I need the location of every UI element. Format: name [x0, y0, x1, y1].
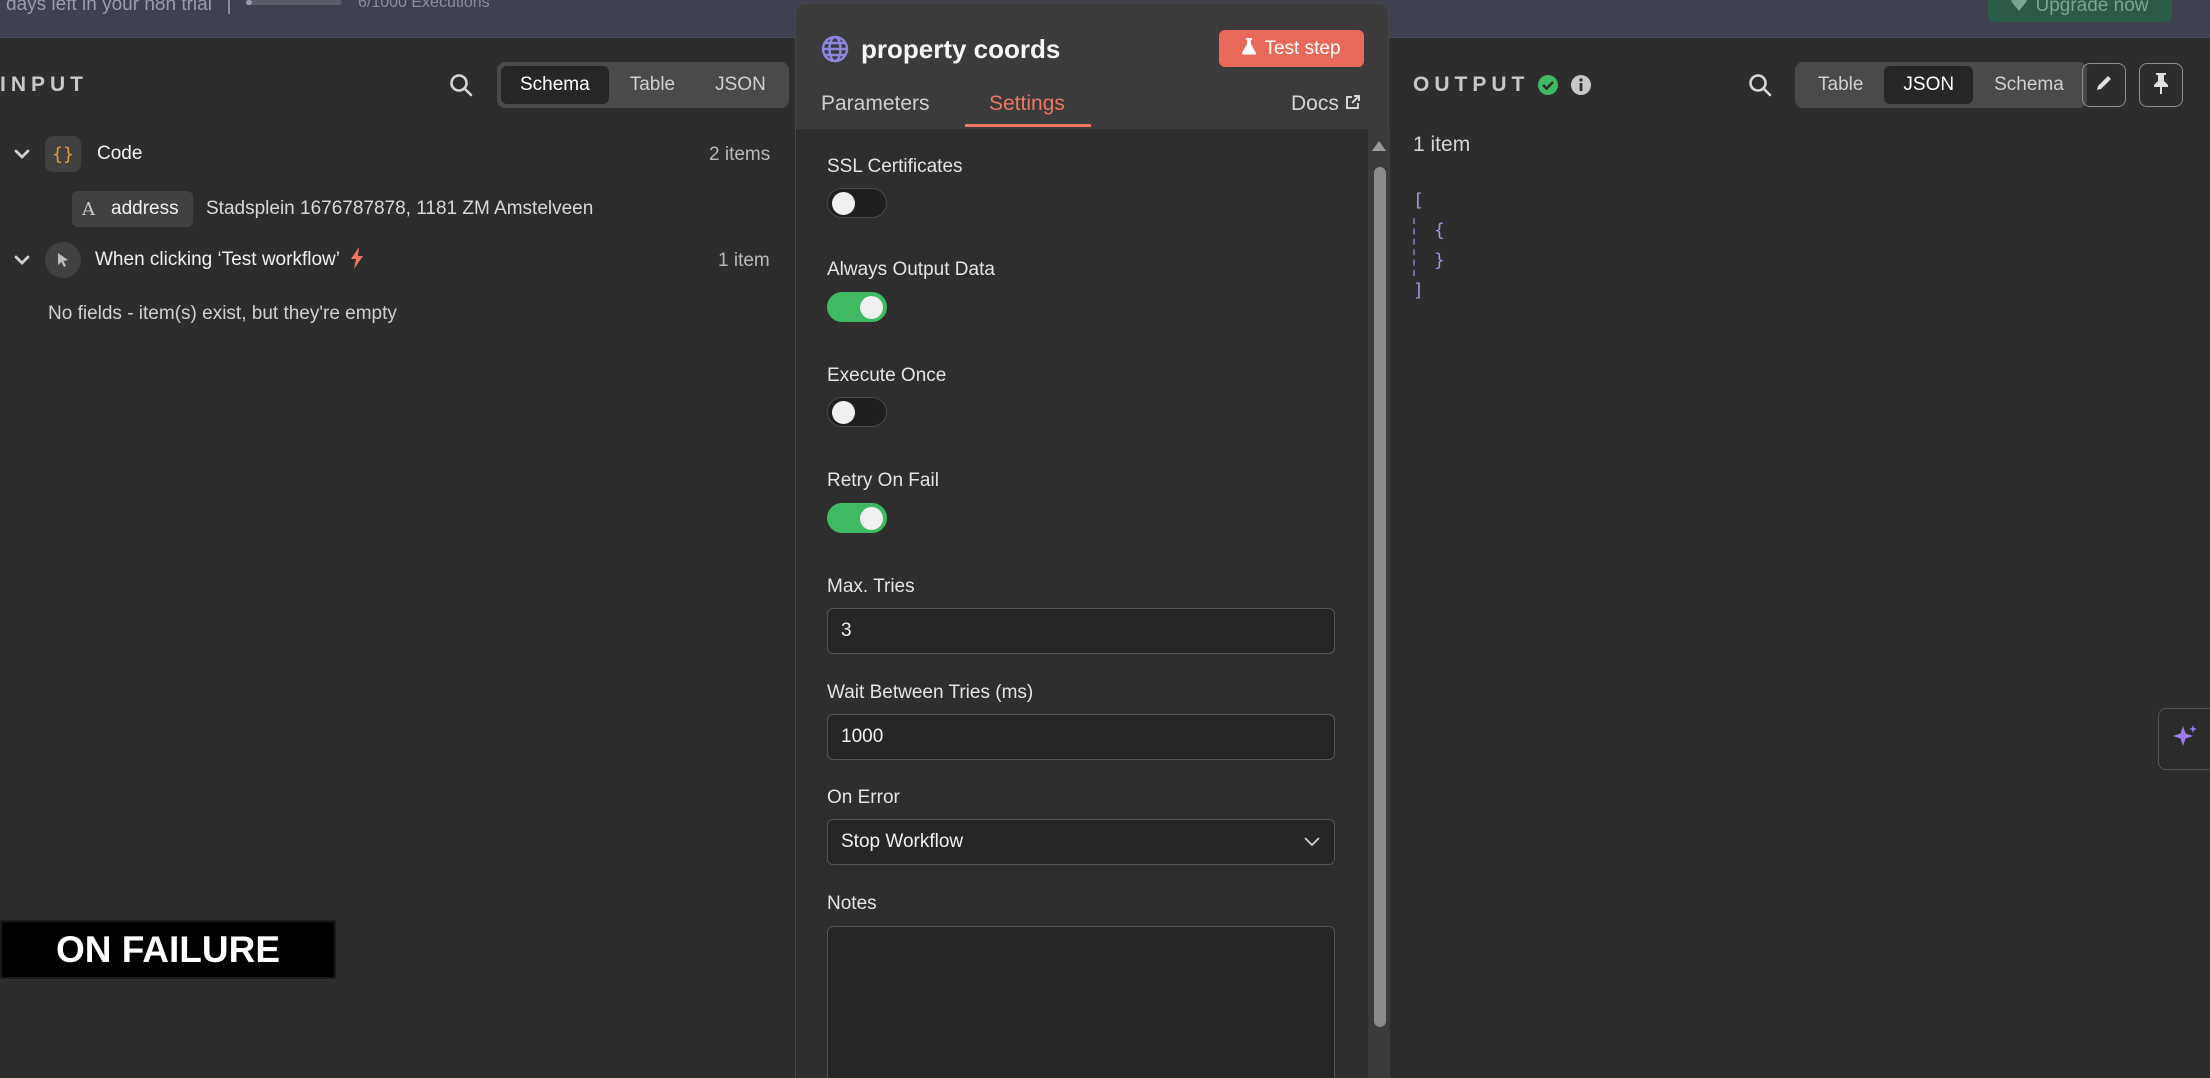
pin-icon: [2151, 72, 2171, 99]
schema-node-label: When clicking ‘Test workflow’: [95, 249, 340, 270]
output-panel-title: OUTPUT: [1413, 73, 1530, 96]
executions-progress-bar: [246, 0, 342, 5]
wait-between-tries-input[interactable]: 1000: [827, 714, 1335, 760]
upgrade-button[interactable]: Upgrade now: [1988, 0, 2172, 22]
notes-label: Notes: [827, 893, 877, 914]
tab-parameters[interactable]: Parameters: [821, 92, 930, 116]
notes-textarea[interactable]: [827, 926, 1335, 1078]
retry-on-fail-toggle[interactable]: [827, 503, 887, 533]
external-link-icon: [1345, 92, 1361, 116]
output-view-table[interactable]: Table: [1799, 66, 1882, 104]
docs-label: Docs: [1291, 92, 1339, 115]
field-name: address: [111, 198, 179, 219]
lightning-icon: [350, 246, 364, 274]
pointer-icon: [45, 242, 81, 278]
sparkle-icon: [2171, 723, 2199, 756]
flask-icon: [1242, 37, 1257, 61]
input-view-json[interactable]: JSON: [696, 66, 785, 104]
active-tab-indicator: [965, 124, 1091, 127]
code-braces-icon: {}: [45, 136, 81, 172]
trial-days-text: days left in your n8n trial: [6, 0, 212, 15]
search-icon[interactable]: [448, 72, 474, 98]
output-view-schema[interactable]: Schema: [1975, 66, 2083, 104]
ssl-certificates-label: SSL Certificates: [827, 156, 963, 177]
node-title[interactable]: property coords: [861, 34, 1060, 65]
test-step-button[interactable]: Test step: [1219, 30, 1364, 67]
search-icon[interactable]: [1747, 72, 1773, 98]
docs-link[interactable]: Docs: [1291, 92, 1361, 116]
json-line: [: [1413, 190, 1424, 211]
scrollbar-thumb[interactable]: [1374, 167, 1386, 1027]
edit-output-button[interactable]: [2082, 63, 2126, 107]
always-output-label: Always Output Data: [827, 259, 995, 280]
max-tries-input[interactable]: 3: [827, 608, 1335, 654]
chevron-down-icon[interactable]: [11, 249, 33, 271]
output-item-count: 1 item: [1413, 133, 1471, 156]
schema-node-trigger[interactable]: When clicking ‘Test workflow’: [11, 242, 364, 278]
pencil-icon: [2094, 73, 2114, 98]
execute-once-label: Execute Once: [827, 365, 947, 386]
output-view-json[interactable]: JSON: [1884, 66, 1974, 104]
on-error-label: On Error: [827, 787, 900, 808]
scroll-up-arrow-icon[interactable]: [1372, 141, 1386, 151]
input-panel-title: INPUT: [0, 73, 88, 96]
empty-fields-note: No fields - item(s) exist, but they're e…: [48, 303, 397, 324]
chevron-down-icon: [1303, 831, 1321, 853]
max-tries-label: Max. Tries: [827, 576, 915, 597]
on-error-value: Stop Workflow: [841, 831, 964, 852]
output-view-switcher: Table JSON Schema: [1795, 62, 2087, 108]
wait-between-tries-label: Wait Between Tries (ms): [827, 682, 1034, 703]
item-count: 1 item: [718, 250, 770, 271]
schema-node-label: Code: [97, 143, 143, 164]
item-count: 2 items: [709, 144, 771, 165]
executions-count-text: 6/1000 Executions: [358, 0, 490, 11]
chevron-down-icon[interactable]: [11, 143, 33, 165]
schema-field-chip[interactable]: A address: [72, 191, 193, 227]
schema-node-code[interactable]: {} Code: [11, 136, 142, 172]
node-settings-panel: property coords Test step Parameters Set…: [795, 3, 1390, 1078]
globe-icon: [820, 34, 850, 64]
input-view-schema[interactable]: Schema: [501, 66, 609, 104]
banner-divider: [228, 0, 230, 14]
execute-once-toggle[interactable]: [827, 397, 887, 427]
test-step-label: Test step: [1264, 37, 1341, 59]
always-output-toggle[interactable]: [827, 292, 887, 322]
settings-body: SSL Certificates Always Output Data Exec…: [796, 129, 1368, 1078]
retry-on-fail-label: Retry On Fail: [827, 470, 939, 491]
info-icon[interactable]: [1570, 74, 1592, 101]
string-type-icon: A: [82, 198, 95, 220]
json-line: ]: [1413, 280, 1424, 301]
pin-output-button[interactable]: [2139, 63, 2183, 107]
on-error-select[interactable]: Stop Workflow: [827, 819, 1335, 865]
overlay-caption: ON FAILURE: [0, 920, 336, 979]
input-view-switcher: Schema Table JSON: [497, 62, 789, 108]
tab-settings[interactable]: Settings: [989, 92, 1065, 116]
ssl-certificates-toggle[interactable]: [827, 188, 887, 218]
json-output-view: [ { } ]: [1413, 186, 1445, 306]
diamond-icon: [2011, 0, 2028, 17]
upgrade-label: Upgrade now: [2035, 0, 2149, 16]
json-line: {: [1434, 220, 1445, 241]
success-check-icon: [1537, 74, 1559, 101]
settings-scrollbar[interactable]: [1368, 129, 1390, 1078]
input-view-table[interactable]: Table: [611, 66, 694, 104]
ai-assistant-button[interactable]: [2158, 708, 2210, 770]
field-value: Stadsplein 1676787878, 1181 ZM Amstelvee…: [206, 198, 594, 219]
json-line: }: [1434, 250, 1445, 271]
